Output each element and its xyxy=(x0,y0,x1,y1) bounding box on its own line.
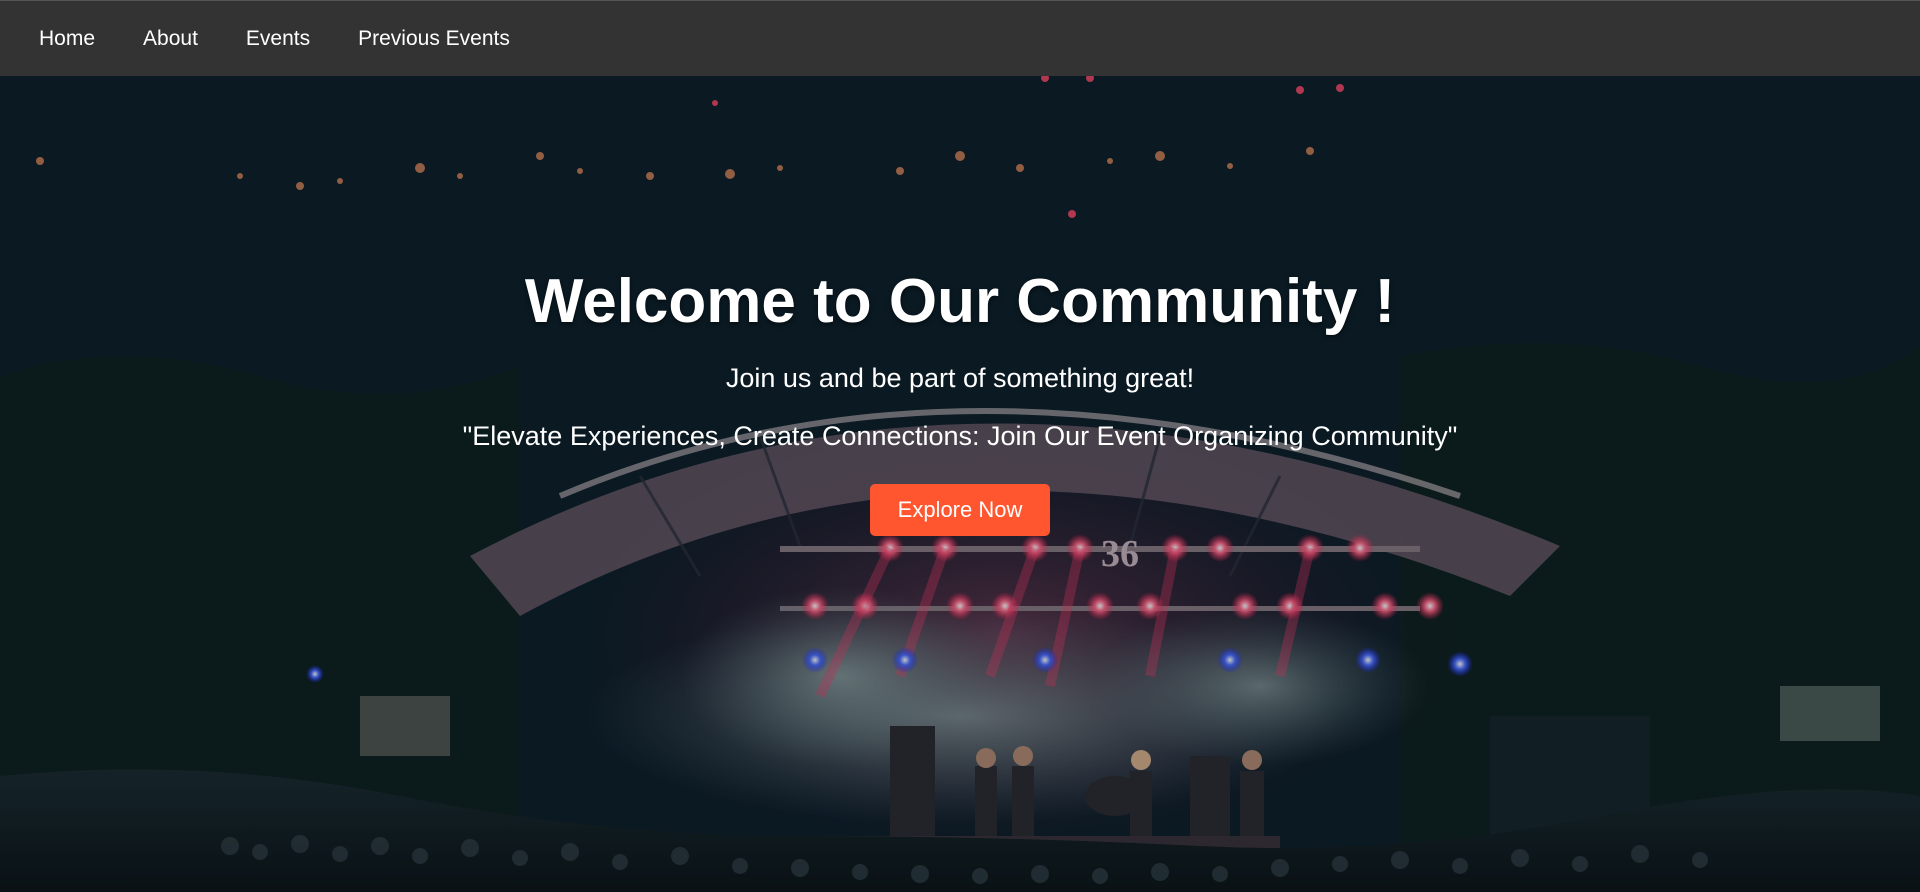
top-navbar: Home About Events Previous Events xyxy=(0,0,1920,76)
explore-now-button[interactable]: Explore Now xyxy=(870,484,1050,536)
nav-link-previous-events[interactable]: Previous Events xyxy=(358,27,510,51)
hero-section: 36 Welcome to Our Community ! Join us an… xyxy=(0,76,1920,892)
hero-quote: "Elevate Experiences, Create Connections… xyxy=(462,421,1458,451)
nav-link-about[interactable]: About xyxy=(143,27,198,51)
nav-link-events[interactable]: Events xyxy=(246,27,310,51)
nav-link-home[interactable]: Home xyxy=(39,27,95,51)
hero-subtitle: Join us and be part of something great! xyxy=(725,363,1195,393)
hero-title: Welcome to Our Community ! xyxy=(524,267,1396,336)
